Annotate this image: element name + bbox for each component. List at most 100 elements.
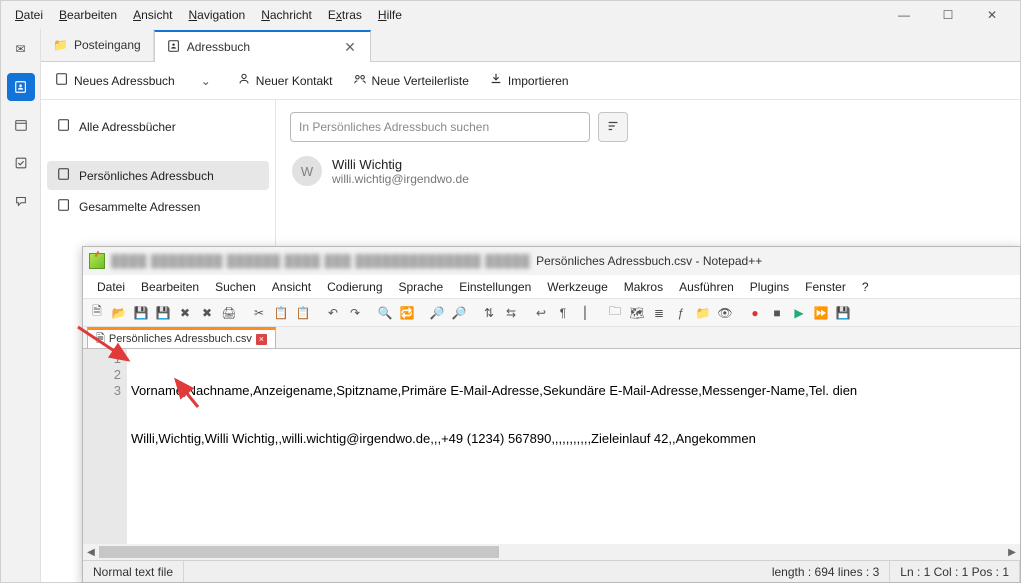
new-contact-button[interactable]: Neuer Kontakt <box>229 68 341 93</box>
undo-icon[interactable]: ↶ <box>323 303 343 323</box>
menu-ansicht[interactable]: Ansicht <box>125 4 180 26</box>
new-file-icon[interactable]: 🗎 <box>87 303 107 323</box>
doc-tab-label: Persönliches Adressbuch.csv <box>109 333 252 345</box>
activity-bar: ✉ <box>1 29 41 582</box>
doc-map-icon[interactable]: 🗺 <box>627 303 647 323</box>
menu-hilfe[interactable]: Hilfe <box>370 4 410 26</box>
window-minimize-button[interactable]: — <box>882 1 926 29</box>
scroll-thumb[interactable] <box>99 546 499 558</box>
npp-menu-plugins[interactable]: Plugins <box>742 278 797 296</box>
npp-doc-tab[interactable]: 🗎 Persönliches Adressbuch.csv × <box>87 327 276 348</box>
npp-menu-codierung[interactable]: Codierung <box>319 278 390 296</box>
npp-menu-werkzeuge[interactable]: Werkzeuge <box>539 278 615 296</box>
tab-label: Posteingang <box>74 38 141 52</box>
npp-menu-fenster[interactable]: Fenster <box>797 278 854 296</box>
sort-button[interactable] <box>598 112 628 142</box>
copy-icon[interactable]: 📋 <box>271 303 291 323</box>
npp-menu-ausfuehren[interactable]: Ausführen <box>671 278 742 296</box>
sidebar-item-collected[interactable]: Gesammelte Adressen <box>47 192 269 221</box>
new-list-button[interactable]: Neue Verteilerliste <box>345 68 477 93</box>
menu-datei[interactable]: Datei <box>7 4 51 26</box>
code-area[interactable]: Vorname,Nachname,Anzeigename,Spitzname,P… <box>127 349 1020 544</box>
npp-menu-sprache[interactable]: Sprache <box>391 278 452 296</box>
npp-menu-ansicht[interactable]: Ansicht <box>264 278 319 296</box>
contact-row[interactable]: W Willi Wichtig willi.wichtig@irgendwo.d… <box>290 152 1006 190</box>
indent-guide-icon[interactable]: ⎮ <box>575 303 595 323</box>
npp-menu-makros[interactable]: Makros <box>616 278 671 296</box>
play-macro-icon[interactable]: ▶ <box>789 303 809 323</box>
npp-menu-help[interactable]: ? <box>854 278 877 296</box>
line-number: 2 <box>85 367 121 383</box>
save-all-icon[interactable]: 💾 <box>153 303 173 323</box>
menu-extras[interactable]: Extras <box>320 4 370 26</box>
doc-tab-close-button[interactable]: × <box>256 334 267 345</box>
npp-menu-suchen[interactable]: Suchen <box>207 278 264 296</box>
sidebar-item-label: Alle Adressbücher <box>79 120 176 134</box>
menu-nachricht[interactable]: Nachricht <box>253 4 320 26</box>
play-multi-icon[interactable]: ⏩ <box>811 303 831 323</box>
wordwrap-icon[interactable]: ↩ <box>531 303 551 323</box>
stop-macro-icon[interactable]: ■ <box>767 303 787 323</box>
save-macro-icon[interactable]: 💾 <box>833 303 853 323</box>
doc-list-icon[interactable]: ≣ <box>649 303 669 323</box>
paste-icon[interactable]: 📋 <box>293 303 313 323</box>
npp-menu-bearbeiten[interactable]: Bearbeiten <box>133 278 207 296</box>
zoom-in-icon[interactable]: 🔎 <box>427 303 447 323</box>
window-maximize-button[interactable]: ☐ <box>926 1 970 29</box>
search-input[interactable]: In Persönliches Adressbuch suchen <box>290 112 590 142</box>
replace-icon[interactable]: 🔁 <box>397 303 417 323</box>
import-button[interactable]: Importieren <box>481 68 577 93</box>
print-icon[interactable]: 🖨 <box>219 303 239 323</box>
sync-h-icon[interactable]: ⇆ <box>501 303 521 323</box>
find-icon[interactable]: 🔍 <box>375 303 395 323</box>
new-addressbook-dropdown[interactable]: ⌄ <box>187 70 225 92</box>
tab-label: Adressbuch <box>187 40 250 54</box>
activity-addressbook-icon[interactable] <box>7 73 35 101</box>
addressbook-icon <box>57 118 71 135</box>
menu-bearbeiten[interactable]: Bearbeiten <box>51 4 125 26</box>
button-label: Importieren <box>508 74 569 88</box>
redo-icon[interactable]: ↷ <box>345 303 365 323</box>
tab-posteingang[interactable]: 📁 Posteingang <box>41 29 154 61</box>
npp-titlebar: ████ ████████ ██████ ████ ███ ██████████… <box>83 247 1020 275</box>
scroll-left-icon[interactable]: ◀ <box>83 544 99 560</box>
tab-close-button[interactable]: ✕ <box>342 39 358 56</box>
window-close-button[interactable]: ✕ <box>970 1 1014 29</box>
func-list-icon[interactable]: ƒ <box>671 303 691 323</box>
tab-adressbuch[interactable]: Adressbuch ✕ <box>154 30 371 62</box>
npp-menu-einstellungen[interactable]: Einstellungen <box>451 278 539 296</box>
sidebar-item-label: Persönliches Adressbuch <box>79 169 214 183</box>
record-macro-icon[interactable]: ● <box>745 303 765 323</box>
zoom-out-icon[interactable]: 🔎 <box>449 303 469 323</box>
code-line: Willi,Wichtig,Willi Wichtig,,willi.wicht… <box>131 431 1016 447</box>
titlebar-filename: Persönliches Adressbuch.csv - Notepad++ <box>536 254 762 268</box>
close-file-icon[interactable]: ✖ <box>175 303 195 323</box>
new-addressbook-button[interactable]: Neues Adressbuch <box>47 68 183 93</box>
close-all-icon[interactable]: ✖ <box>197 303 217 323</box>
open-file-icon[interactable]: 📂 <box>109 303 129 323</box>
npp-menu-datei[interactable]: Datei <box>89 278 133 296</box>
folder-icon: 📁 <box>53 38 68 52</box>
sidebar-item-all[interactable]: Alle Adressbücher <box>47 112 269 141</box>
scroll-right-icon[interactable]: ▶ <box>1004 544 1020 560</box>
activity-mail-icon[interactable]: ✉ <box>7 35 35 63</box>
monitor-icon[interactable]: 👁 <box>715 303 735 323</box>
sync-v-icon[interactable]: ⇅ <box>479 303 499 323</box>
folder-icon[interactable]: 📁 <box>693 303 713 323</box>
avatar-initial: W <box>301 164 313 179</box>
activity-calendar-icon[interactable] <box>7 111 35 139</box>
lang-icon[interactable]: 🗀 <box>605 303 625 323</box>
scroll-track[interactable] <box>99 544 1004 560</box>
horizontal-scrollbar[interactable]: ◀ ▶ <box>83 544 1020 560</box>
save-icon[interactable]: 💾 <box>131 303 151 323</box>
activity-tasks-icon[interactable] <box>7 149 35 177</box>
cut-icon[interactable]: ✂ <box>249 303 269 323</box>
sidebar-item-personal[interactable]: Persönliches Adressbuch <box>47 161 269 190</box>
search-placeholder: In Persönliches Adressbuch suchen <box>299 120 489 134</box>
tb-menubar: Datei Bearbeiten Ansicht Navigation Nach… <box>1 1 1020 29</box>
allchars-icon[interactable]: ¶ <box>553 303 573 323</box>
addressbook-icon <box>57 167 71 184</box>
npp-editor[interactable]: 1 2 3 Vorname,Nachname,Anzeigename,Spitz… <box>83 349 1020 544</box>
menu-navigation[interactable]: Navigation <box>180 4 253 26</box>
activity-chat-icon[interactable] <box>7 187 35 215</box>
